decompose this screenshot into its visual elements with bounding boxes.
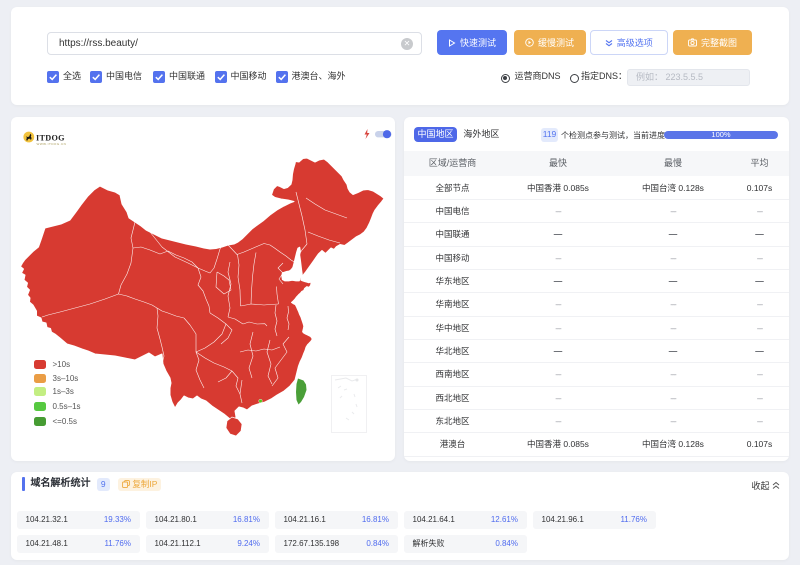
svg-text:WWW.ITDOG.CN: WWW.ITDOG.CN <box>36 142 66 146</box>
